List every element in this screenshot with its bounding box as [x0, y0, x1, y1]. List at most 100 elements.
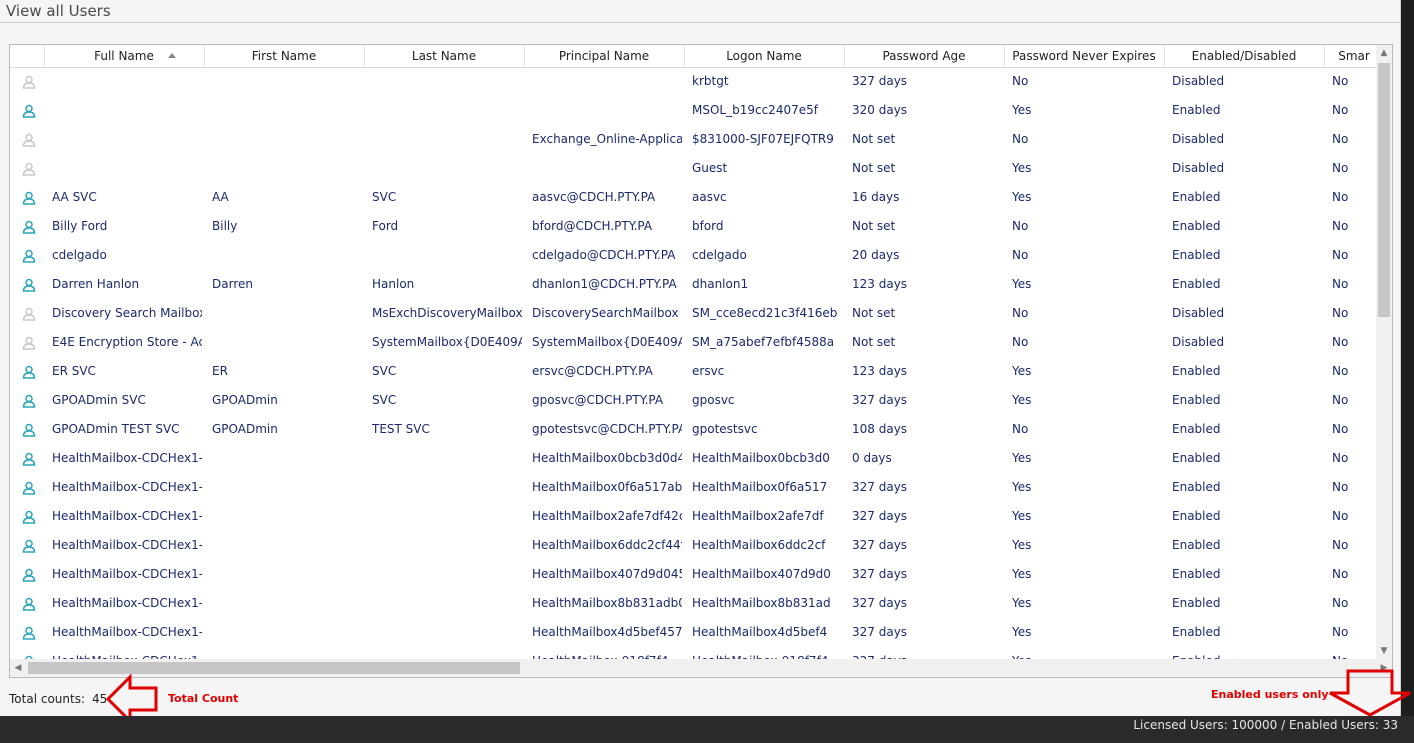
column-header-password-age[interactable]: Password Age — [844, 45, 1005, 67]
scroll-left-icon[interactable]: ◀ — [10, 659, 26, 677]
table-row[interactable]: Discovery Search Mailbox MsExchDiscoveryM… — [10, 299, 1374, 328]
cell-password-never-expires: Yes — [1012, 393, 1032, 407]
scroll-up-icon[interactable]: ▲ — [1376, 45, 1392, 61]
user-enabled-icon — [22, 104, 36, 118]
cell-enabled-disabled: Disabled — [1172, 132, 1225, 146]
cell-password-never-expires: Yes — [1012, 480, 1032, 494]
table-row[interactable]: HealthMailbox-CDCHex1-0 HealthMailbox6ddc… — [10, 531, 1374, 560]
cell-enabled-disabled: Enabled — [1172, 364, 1221, 378]
cell-logon-name: HealthMailbox4d5bef4 — [692, 625, 828, 639]
cell-first-name: AA — [212, 190, 229, 204]
cell-last-name — [372, 154, 522, 183]
cell-enabled-disabled: Enabled — [1172, 596, 1221, 610]
table-row[interactable]: E4E Encryption Store - Ac SystemMailbox{D… — [10, 328, 1374, 357]
table-row[interactable]: cdelgado cdelgado@CDCH.PTY.PA cdelgado 20 d… — [10, 241, 1374, 270]
cell-smart: No — [1332, 625, 1349, 639]
cell-first-name — [212, 560, 362, 589]
cell-principal-name: HealthMailbox8b831adb06 — [532, 596, 682, 610]
cell-last-name: SVC — [372, 393, 397, 407]
table-row[interactable]: GPOADmin TEST SVC GPOADmin TEST SVC gpotest… — [10, 415, 1374, 444]
cell-smart: No — [1332, 306, 1349, 320]
column-header-logon-name[interactable]: Logon Name — [684, 45, 845, 67]
cell-password-never-expires: No — [1012, 219, 1029, 233]
horizontal-scrollbar[interactable]: ◀ ▶ — [10, 659, 1392, 677]
cell-enabled-disabled: Disabled — [1172, 161, 1225, 175]
table-row[interactable]: HealthMailbox-CDCHex1-0 HealthMailbox407d… — [10, 560, 1374, 589]
cell-last-name: MsExchDiscoveryMailbox D — [372, 306, 522, 320]
cell-password-never-expires: No — [1012, 74, 1029, 88]
column-header-enabled-disabled[interactable]: Enabled/Disabled — [1164, 45, 1325, 67]
table-row[interactable]: GPOADmin SVC GPOADmin SVC gposvc@CDCH.PTY.P… — [10, 386, 1374, 415]
cell-last-name — [372, 444, 522, 473]
cell-first-name — [212, 647, 362, 659]
cell-full-name: HealthMailbox-CDCHex1-0 — [52, 451, 202, 465]
cell-logon-name: HealthMailbox2afe7df — [692, 509, 824, 523]
license-status: Licensed Users: 100000 / Enabled Users: … — [1133, 718, 1398, 732]
table-row[interactable]: HealthMailbox-CDCHex1-0 HealthMailbox4d5b… — [10, 618, 1374, 647]
cell-first-name — [212, 473, 362, 502]
column-header-password-never-expires[interactable]: Password Never Expires — [1004, 45, 1165, 67]
cell-logon-name: $831000-SJF07EJFQTR9 — [692, 132, 834, 146]
cell-full-name: Darren Hanlon — [52, 277, 140, 291]
vertical-scroll-thumb[interactable] — [1378, 63, 1390, 317]
cell-enabled-disabled: Enabled — [1172, 647, 1322, 659]
window-title: View all Users — [6, 2, 111, 20]
cell-full-name: ER SVC — [52, 364, 96, 378]
cell-last-name — [372, 67, 522, 96]
user-disabled-icon — [22, 162, 36, 176]
cell-password-age: Not set — [852, 335, 896, 349]
cell-password-age: 320 days — [852, 103, 908, 117]
cell-logon-name: MSOL_b19cc2407e5f — [692, 103, 818, 117]
table-row[interactable]: AA SVC AA SVC aasvc@CDCH.PTY.PA aasvc 16 days… — [10, 183, 1374, 212]
cell-full-name: HealthMailbox-CDCHex1-0 — [52, 480, 202, 494]
cell-last-name — [372, 125, 522, 154]
cell-principal-name — [532, 67, 682, 96]
column-header-first-name[interactable]: First Name — [204, 45, 365, 67]
cell-enabled-disabled: Enabled — [1172, 219, 1221, 233]
table-row[interactable]: HealthMailbox-CDCHex1-0 HealthMailbox2afe… — [10, 502, 1374, 531]
cell-smart: No — [1332, 335, 1349, 349]
user-disabled-icon — [22, 307, 36, 321]
table-row[interactable]: krbtgt 327 days No Disabled No — [10, 67, 1374, 96]
cell-logon-name: cdelgado — [692, 248, 747, 262]
users-grid[interactable]: Full Name First Name Last Name Principal Na… — [9, 44, 1393, 678]
cell-last-name: SVC — [372, 190, 397, 204]
cell-password-never-expires: No — [1012, 335, 1029, 349]
table-row[interactable]: HealthMailbox-CDCHex1-0 HealthMailbox0f6a… — [10, 473, 1374, 502]
vertical-scrollbar[interactable] — [1376, 61, 1392, 659]
cell-logon-name: dhanlon1 — [692, 277, 749, 291]
table-row[interactable]: HealthMailbox-CDCHex1-0 HealthMailbox8b83… — [10, 589, 1374, 618]
horizontal-scroll-thumb[interactable] — [28, 662, 520, 674]
cell-last-name — [372, 618, 522, 647]
scroll-down-icon[interactable]: ▼ — [1376, 643, 1392, 659]
cell-principal-name: ersvc@CDCH.PTY.PA — [532, 364, 653, 378]
cell-principal-name: bford@CDCH.PTY.PA — [532, 219, 653, 233]
cell-logon-name: HealthMailbox0bcb3d0 — [692, 451, 830, 465]
table-row[interactable]: Darren Hanlon Darren Hanlon dhanlon1@CDCH.P… — [10, 270, 1374, 299]
cell-enabled-disabled: Disabled — [1172, 335, 1225, 349]
column-header-last-name[interactable]: Last Name — [364, 45, 525, 67]
user-enabled-icon — [22, 278, 36, 292]
cell-principal-name: gpotestsvc@CDCH.PTY.PA — [532, 422, 682, 436]
column-header-full-name[interactable]: Full Name — [44, 45, 205, 67]
cell-smart: No — [1332, 190, 1349, 204]
table-row[interactable]: HealthMailbox-CDCHex1-0 HealthMailbox0bcb… — [10, 444, 1374, 473]
view-all-users-window: View all Users Full Name First Name Last N… — [0, 0, 1401, 724]
table-row[interactable]: Exchange_Online-Applicat $831000-SJF07EJF… — [10, 125, 1374, 154]
cell-enabled-disabled: Enabled — [1172, 567, 1221, 581]
cell-password-age: 327 days — [852, 625, 908, 639]
sort-ascending-icon — [168, 53, 176, 58]
table-row[interactable]: HealthMailbox-CDCHex1-0 HealthMailbox-918… — [10, 647, 1374, 659]
total-count-annotation: Total Count — [168, 692, 239, 705]
column-header-principal-name[interactable]: Principal Name — [524, 45, 685, 67]
table-row[interactable]: Guest Not set Yes Disabled No — [10, 154, 1374, 183]
cell-password-never-expires: No — [1012, 422, 1029, 436]
cell-smart: No — [1332, 161, 1349, 175]
table-row[interactable]: Billy Ford Billy Ford bford@CDCH.PTY.PA bfor… — [10, 212, 1374, 241]
table-row[interactable]: MSOL_b19cc2407e5f 320 days Yes Enabled No — [10, 96, 1374, 125]
cell-first-name — [212, 154, 362, 183]
cell-last-name: Hanlon — [372, 277, 415, 291]
cell-principal-name — [532, 154, 682, 183]
table-row[interactable]: ER SVC ER SVC ersvc@CDCH.PTY.PA ersvc 123 day… — [10, 357, 1374, 386]
cell-principal-name: dhanlon1@CDCH.PTY.PA — [532, 277, 677, 291]
